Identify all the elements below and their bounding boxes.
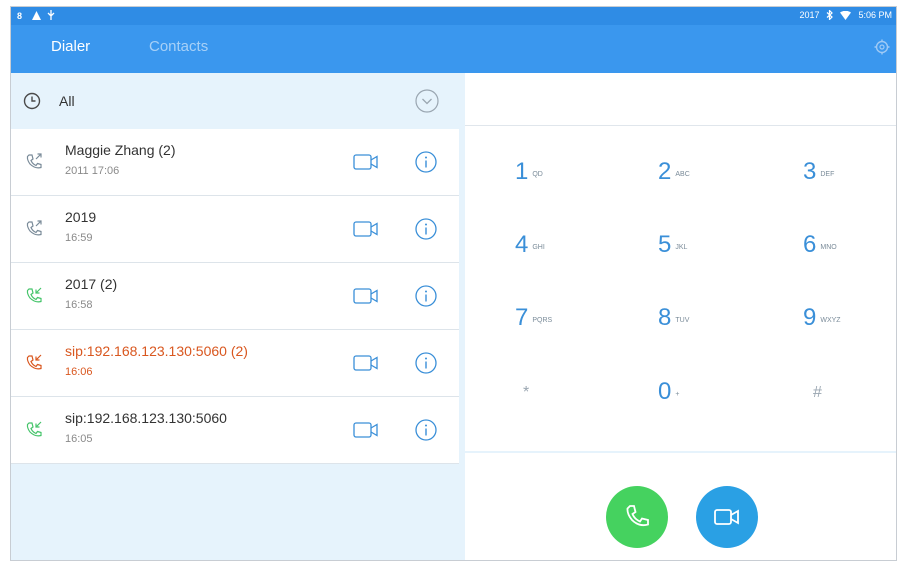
key-1[interactable]: 1 QD <box>515 158 635 202</box>
key-5[interactable]: 5 JKL <box>658 231 778 275</box>
incoming-call-icon <box>25 287 43 310</box>
bluetooth-icon <box>826 10 834 20</box>
call-log-row[interactable]: sip:192.168.123.130:5060 16:05 <box>11 397 459 464</box>
video-call-icon[interactable] <box>353 421 379 444</box>
key-digit: 3 <box>803 158 817 185</box>
key-digit: 7 <box>515 304 529 331</box>
notification-icon: 8 <box>17 11 26 20</box>
video-call-icon[interactable] <box>353 287 379 310</box>
dial-number-display[interactable] <box>465 73 896 126</box>
call-info-icon[interactable] <box>415 419 437 446</box>
clock-time: 5:06 PM <box>858 10 892 20</box>
warning-icon <box>32 10 41 20</box>
tab-dialer[interactable]: Dialer <box>51 38 90 55</box>
key-digit: 2 <box>658 158 672 185</box>
call-log-row[interactable]: Maggie Zhang (2) 2011 17:06 <box>11 129 459 196</box>
call-info-icon[interactable] <box>415 285 437 312</box>
call-timestamp: 16:59 <box>65 232 93 244</box>
call-info-icon[interactable] <box>415 151 437 178</box>
missed-call-icon <box>25 354 43 377</box>
call-timestamp: 16:05 <box>65 433 93 445</box>
call-timestamp: 16:06 <box>65 366 93 378</box>
key-letters: JKL <box>675 244 688 252</box>
key-2[interactable]: 2 ABC <box>658 158 778 202</box>
call-info-icon[interactable] <box>415 218 437 245</box>
key-letters: TUV <box>675 317 690 325</box>
wifi-icon <box>840 10 852 20</box>
video-call-button[interactable] <box>696 486 758 548</box>
call-timestamp: 2011 17:06 <box>65 165 120 177</box>
call-contact-name: 2019 <box>65 209 97 225</box>
outgoing-call-icon <box>25 153 43 176</box>
incoming-call-icon <box>25 421 43 444</box>
usb-icon <box>47 10 55 20</box>
status-bar: 8 2017 5:06 PM <box>11 7 896 25</box>
dial-actions <box>465 453 896 560</box>
video-call-icon[interactable] <box>353 220 379 243</box>
svg-text:8: 8 <box>17 11 22 20</box>
key-digit: # <box>813 384 822 401</box>
key-letters: PQRS <box>532 317 553 325</box>
key-star[interactable]: * <box>523 384 643 428</box>
key-7[interactable]: 7 PQRS <box>515 304 635 348</box>
status-bar-text: 2017 <box>799 10 820 20</box>
dial-keypad: 1 QD 2 ABC 3 DEF 4 GHI 5 JKL 6 MNO 7 PQRS 8 TUV … <box>465 126 896 451</box>
key-4[interactable]: 4 GHI <box>515 231 635 275</box>
key-letters: ABC <box>675 171 690 179</box>
tab-contacts[interactable]: Contacts <box>149 38 208 55</box>
video-call-icon[interactable] <box>353 354 379 377</box>
key-digit: 0 <box>658 378 672 405</box>
key-9[interactable]: 9 WXYZ <box>803 304 896 348</box>
video-call-icon[interactable] <box>353 153 379 176</box>
key-8[interactable]: 8 TUV <box>658 304 778 348</box>
key-digit: 9 <box>803 304 817 331</box>
key-letters: GHI <box>532 244 545 252</box>
history-clock-icon <box>23 92 41 115</box>
voice-call-button[interactable] <box>606 486 668 548</box>
call-contact-name: sip:192.168.123.130:5060 <box>65 410 227 426</box>
key-letters: WXYZ <box>820 317 841 325</box>
call-log-filter-bar: All <box>11 73 459 130</box>
call-contact-name: sip:192.168.123.130:5060 (2) <box>65 343 248 359</box>
app-bar: Dialer Contacts <box>11 25 896 73</box>
call-timestamp: 16:58 <box>65 299 93 311</box>
key-digit: 4 <box>515 231 529 258</box>
call-log-list: Maggie Zhang (2) 2011 17:06 2019 16:59 2… <box>11 129 459 464</box>
filter-label: All <box>59 93 75 109</box>
key-letters: MNO <box>820 244 837 252</box>
key-letters: QD <box>532 171 543 179</box>
filter-dropdown-chevron-icon[interactable] <box>415 89 439 118</box>
key-digit: 5 <box>658 231 672 258</box>
call-log-row[interactable]: sip:192.168.123.130:5060 (2) 16:06 <box>11 330 459 397</box>
app-window: 8 2017 5:06 PM Dialer Contacts All Maggi… <box>10 6 897 561</box>
key-0[interactable]: 0 + <box>658 378 778 422</box>
call-log-row[interactable]: 2019 16:59 <box>11 196 459 263</box>
key-digit: 1 <box>515 158 529 185</box>
key-digit: 6 <box>803 231 817 258</box>
key-6[interactable]: 6 MNO <box>803 231 896 275</box>
key-digit: * <box>523 384 530 401</box>
call-log-row[interactable]: 2017 (2) 16:58 <box>11 263 459 330</box>
key-letters: DEF <box>820 171 835 179</box>
settings-gear-icon[interactable] <box>874 39 890 60</box>
key-hash[interactable]: # <box>813 384 896 428</box>
key-3[interactable]: 3 DEF <box>803 158 896 202</box>
key-digit: 8 <box>658 304 672 331</box>
call-contact-name: Maggie Zhang (2) <box>65 142 176 158</box>
outgoing-call-icon <box>25 220 43 243</box>
call-info-icon[interactable] <box>415 352 437 379</box>
call-contact-name: 2017 (2) <box>65 276 118 292</box>
key-letters: + <box>675 391 680 399</box>
